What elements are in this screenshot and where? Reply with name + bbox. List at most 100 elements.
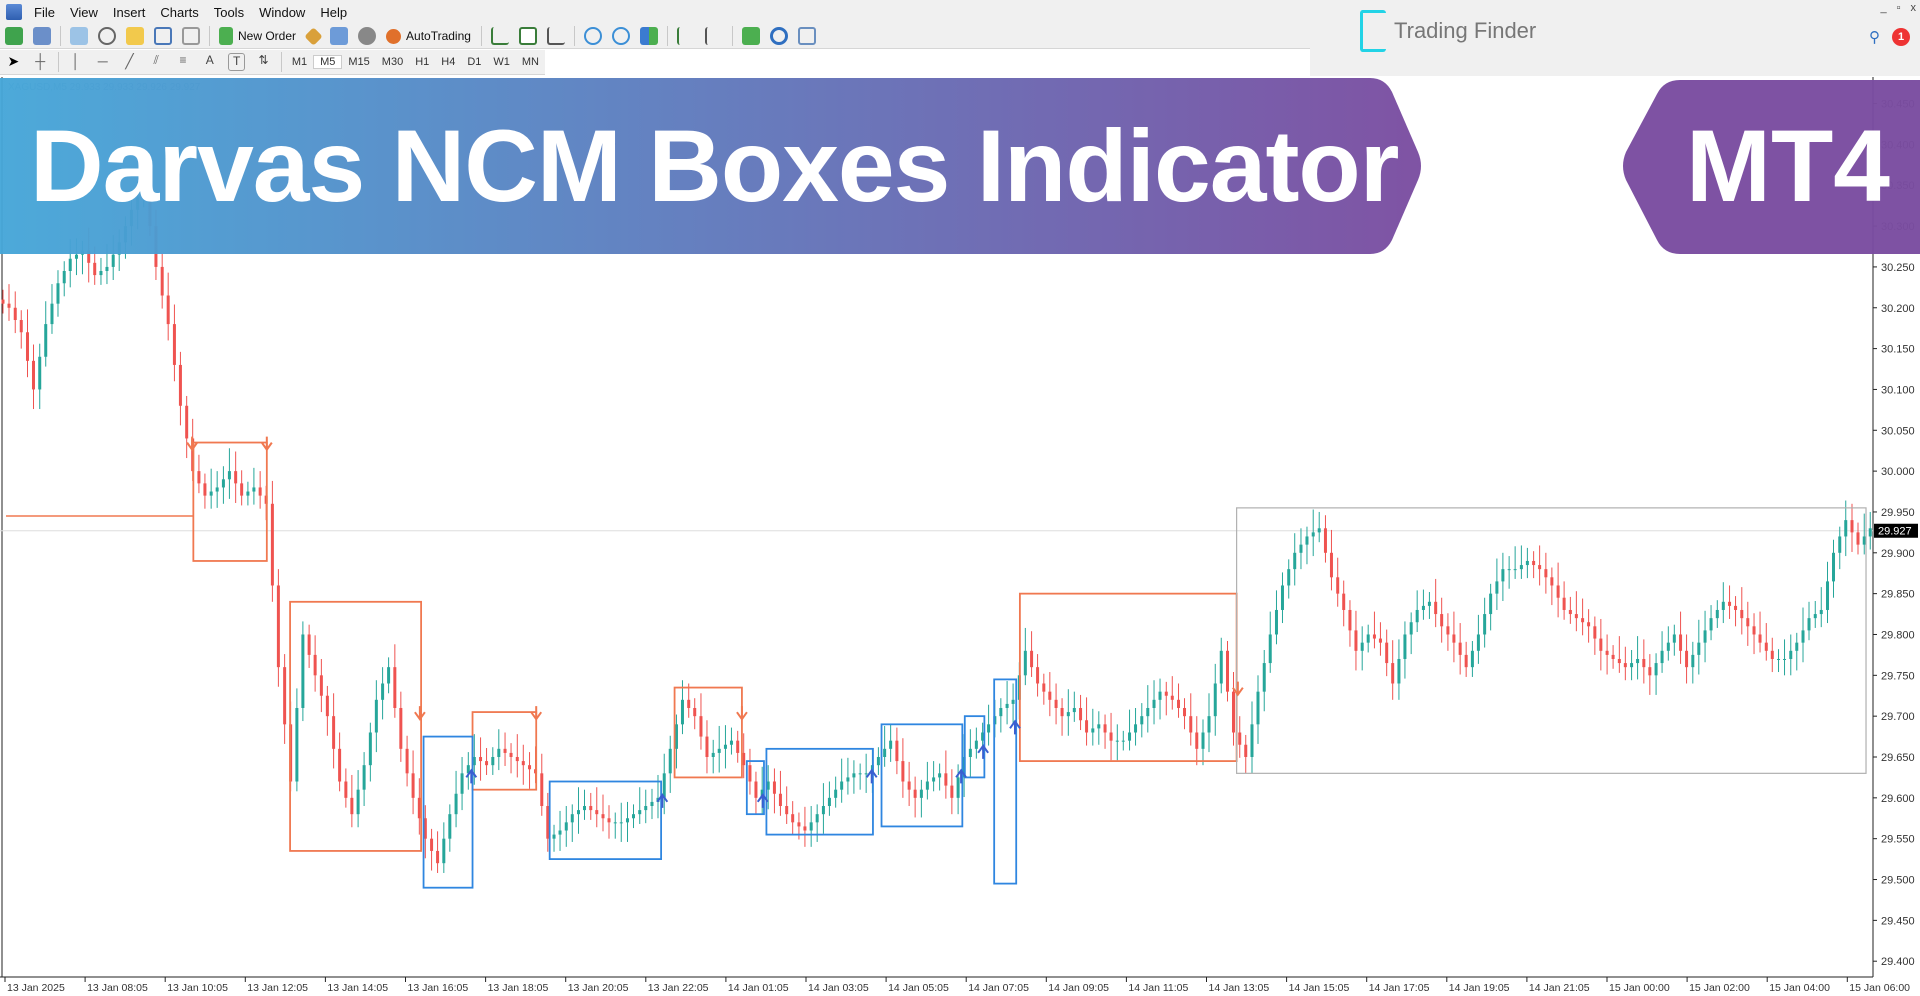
candle-body bbox=[1458, 642, 1462, 655]
navigator-icon[interactable] bbox=[126, 27, 144, 45]
bar-chart-icon[interactable] bbox=[490, 27, 509, 45]
menu-tools[interactable]: Tools bbox=[210, 5, 255, 20]
menu-window[interactable]: Window bbox=[255, 5, 316, 20]
candle-body bbox=[619, 822, 623, 824]
candle-body bbox=[631, 814, 635, 819]
templates-icon[interactable] bbox=[797, 27, 816, 45]
candle-body bbox=[558, 830, 562, 835]
crosshair-icon[interactable]: ┼ bbox=[32, 53, 49, 71]
candle-body bbox=[1574, 614, 1578, 619]
chart-shift-icon[interactable] bbox=[676, 27, 695, 45]
text-icon[interactable]: A bbox=[201, 53, 218, 71]
current-price-label: 29.927 bbox=[1878, 526, 1912, 538]
candle-body bbox=[1134, 724, 1138, 733]
vertical-line-icon[interactable]: │ bbox=[68, 53, 85, 71]
notification-badge[interactable]: 1 bbox=[1892, 28, 1910, 46]
menu-help[interactable]: Help bbox=[316, 5, 358, 20]
candle-body bbox=[1783, 658, 1787, 660]
candle-body bbox=[889, 740, 893, 749]
candle-body bbox=[1030, 650, 1034, 668]
tile-windows-icon[interactable] bbox=[639, 27, 658, 45]
cursor-icon[interactable]: ➤ bbox=[5, 53, 22, 71]
y-tick-label: 30.250 bbox=[1881, 262, 1915, 274]
candle-body bbox=[1777, 658, 1781, 660]
candle-body bbox=[1023, 650, 1027, 676]
terminal-icon[interactable] bbox=[154, 27, 172, 45]
candle-body bbox=[1158, 691, 1162, 700]
arrows-icon[interactable]: ⇅ bbox=[255, 53, 272, 71]
timeframe-m1[interactable]: M1 bbox=[286, 56, 313, 68]
candle-body bbox=[479, 757, 483, 762]
strategy-tester-icon[interactable] bbox=[182, 27, 200, 45]
timeframe-mn[interactable]: MN bbox=[516, 56, 545, 68]
candle-body bbox=[876, 757, 880, 766]
x-tick-label: 14 Jan 17:05 bbox=[1369, 982, 1430, 994]
zoom-out-icon[interactable] bbox=[611, 27, 630, 45]
candle-body bbox=[252, 487, 256, 492]
candle-body bbox=[1434, 601, 1438, 615]
new-order-button[interactable]: New Order bbox=[238, 29, 296, 43]
menu-charts[interactable]: Charts bbox=[156, 5, 209, 20]
divider bbox=[573, 26, 575, 46]
candle-body bbox=[430, 838, 434, 851]
autotrading-button[interactable]: AutoTrading bbox=[406, 29, 471, 43]
horizontal-line-icon[interactable]: ─ bbox=[94, 53, 111, 71]
candle-body bbox=[38, 356, 42, 390]
timeframe-d1[interactable]: D1 bbox=[461, 56, 487, 68]
candle-body bbox=[497, 748, 501, 757]
candle-body bbox=[570, 814, 574, 823]
candlestick-chart-icon[interactable] bbox=[518, 27, 537, 45]
candle-body bbox=[846, 777, 850, 782]
channel-icon[interactable]: ⫽ bbox=[148, 53, 165, 71]
candle-body bbox=[74, 254, 78, 259]
candle-body bbox=[105, 266, 109, 272]
indicators-icon[interactable] bbox=[741, 27, 760, 45]
text-label-icon[interactable]: T bbox=[228, 53, 246, 71]
candle-body bbox=[895, 740, 899, 762]
candle-body bbox=[705, 736, 709, 757]
search-icon[interactable]: ⚲ bbox=[1869, 28, 1880, 46]
menu-view[interactable]: View bbox=[66, 5, 109, 20]
market-watch-icon[interactable] bbox=[70, 27, 88, 45]
candle-body bbox=[1501, 569, 1505, 582]
candle-body bbox=[950, 785, 954, 798]
timeframe-h1[interactable]: H1 bbox=[409, 56, 435, 68]
crosshair-navigator-icon[interactable] bbox=[98, 27, 116, 45]
candle-body bbox=[7, 303, 11, 308]
candle-body bbox=[13, 307, 17, 321]
restore-button[interactable]: ▫ bbox=[1897, 2, 1901, 14]
candle-body bbox=[1207, 716, 1211, 733]
candle-body bbox=[1525, 560, 1529, 566]
x-tick-label: 14 Jan 11:05 bbox=[1128, 982, 1188, 994]
zoom-in-icon[interactable] bbox=[583, 27, 602, 45]
candle-body bbox=[1060, 707, 1064, 717]
candle-body bbox=[1746, 618, 1750, 627]
candle-body bbox=[1262, 663, 1266, 692]
menu-insert[interactable]: Insert bbox=[109, 5, 157, 20]
candle-body bbox=[25, 332, 29, 361]
candle-body bbox=[595, 810, 599, 815]
market-icon[interactable] bbox=[358, 27, 377, 45]
fibonacci-icon[interactable]: ≡ bbox=[175, 53, 192, 71]
menu-file[interactable]: File bbox=[30, 5, 66, 20]
minimize-button[interactable]: _ bbox=[1880, 2, 1886, 14]
timeframe-w1[interactable]: W1 bbox=[487, 56, 516, 68]
signals-icon[interactable] bbox=[330, 27, 349, 45]
timeframe-m30[interactable]: M30 bbox=[376, 56, 409, 68]
candle-body bbox=[913, 789, 917, 798]
close-button[interactable]: x bbox=[1911, 2, 1917, 14]
profiles-icon[interactable] bbox=[33, 27, 51, 45]
candle-body bbox=[1593, 626, 1597, 639]
new-chart-icon[interactable] bbox=[5, 27, 23, 45]
autoscroll-icon[interactable] bbox=[704, 27, 723, 45]
y-tick-label: 29.450 bbox=[1881, 915, 1915, 927]
timeframe-h4[interactable]: H4 bbox=[435, 56, 461, 68]
timeframe-m15[interactable]: M15 bbox=[342, 56, 375, 68]
line-chart-icon[interactable] bbox=[546, 27, 565, 45]
trendline-icon[interactable]: ╱ bbox=[121, 53, 138, 71]
metaeditor-icon[interactable] bbox=[304, 26, 323, 46]
candle-body bbox=[1532, 560, 1536, 566]
timeframe-m5[interactable]: M5 bbox=[313, 55, 343, 69]
candle-body bbox=[968, 748, 972, 757]
periods-icon[interactable] bbox=[769, 27, 788, 45]
